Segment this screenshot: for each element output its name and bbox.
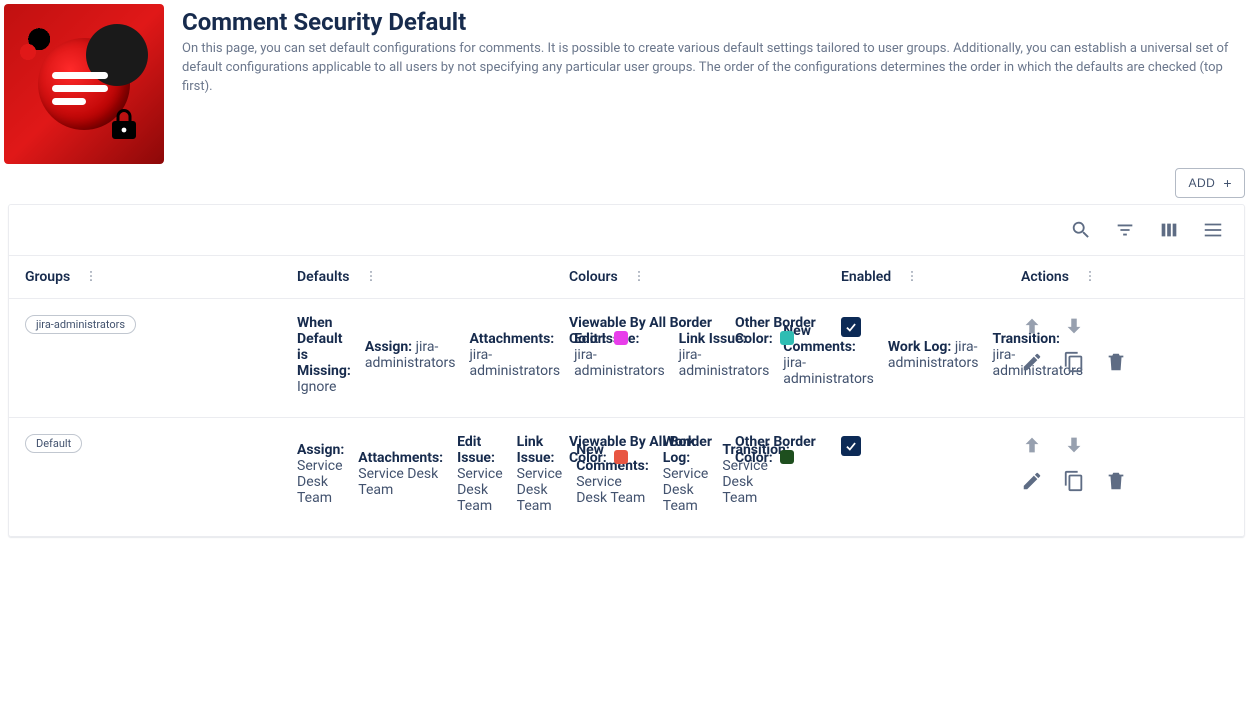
app-logo [4,4,164,164]
add-button[interactable]: ADD + [1175,168,1245,198]
page-title: Comment Security Default [182,8,1249,36]
label-other-border: Other Border Color: [735,315,816,347]
move-down-icon[interactable] [1063,434,1085,456]
column-header-defaults[interactable]: Defaults [297,269,350,285]
color-swatch [780,450,794,464]
label-other-border: Other Border Color: [735,434,816,466]
filter-icon[interactable] [1114,219,1136,241]
value-assign: Service Desk Team [297,458,343,506]
value-attachments: jira-administrators [469,347,560,379]
enabled-checkbox[interactable] [841,436,861,456]
value-attachments: Service Desk Team [358,466,438,498]
group-chip: jira-administrators [25,315,136,334]
color-swatch [614,450,628,464]
label-viewable-border: Viewable By All Border Color: [569,315,712,347]
value-when-missing: Ignore [297,379,336,395]
label-attachments: Attachments: [469,331,554,347]
plus-icon: + [1223,176,1232,190]
group-chip: Default [25,434,82,453]
value-new-comments: jira-administrators [783,355,874,387]
enabled-checkbox[interactable] [841,317,861,337]
search-icon[interactable] [1070,219,1092,241]
delete-icon[interactable] [1105,470,1127,492]
move-down-icon[interactable] [1063,315,1085,337]
color-swatch [614,331,628,345]
column-header-groups[interactable]: Groups [25,269,70,285]
table-row: Default Assign: Service Desk Team Attach… [9,418,1244,536]
move-up-icon[interactable] [1021,315,1043,337]
delete-icon[interactable] [1105,351,1127,373]
label-attachments: Attachments: [358,450,443,466]
column-header-enabled[interactable]: Enabled [841,269,891,285]
column-menu-icon[interactable] [905,269,919,286]
copy-icon[interactable] [1063,470,1085,492]
label-viewable-border: Viewable By All Border Color: [569,434,712,466]
page-description: On this page, you can set default config… [182,40,1249,97]
column-menu-icon[interactable] [1083,269,1097,286]
config-table: Groups Defaults Colours Enabled Actions [8,204,1245,537]
column-menu-icon[interactable] [364,269,378,286]
label-assign: Assign: [365,339,412,355]
column-menu-icon[interactable] [84,269,98,286]
label-when-missing: When Default is Missing: [297,315,351,379]
density-icon[interactable] [1202,219,1224,241]
label-link-issue: Link Issue: [517,434,555,466]
columns-icon[interactable] [1158,219,1180,241]
add-button-label: ADD [1188,176,1215,190]
column-header-colours[interactable]: Colours [569,269,618,285]
move-up-icon[interactable] [1021,434,1043,456]
value-work-log: Service Desk Team [663,466,709,514]
table-row: jira-administrators When Default is Miss… [9,299,1244,418]
column-menu-icon[interactable] [632,269,646,286]
value-new-comments: Service Desk Team [576,474,645,506]
column-header-actions[interactable]: Actions [1021,269,1069,285]
value-link-issue: Service Desk Team [517,466,563,514]
edit-icon[interactable] [1021,351,1043,373]
label-work-log: Work Log: [888,339,951,355]
value-edit-issue: Service Desk Team [457,466,503,514]
label-edit-issue: Edit Issue: [457,434,495,466]
edit-icon[interactable] [1021,470,1043,492]
copy-icon[interactable] [1063,351,1085,373]
color-swatch [780,331,794,345]
label-assign: Assign: [297,442,344,458]
